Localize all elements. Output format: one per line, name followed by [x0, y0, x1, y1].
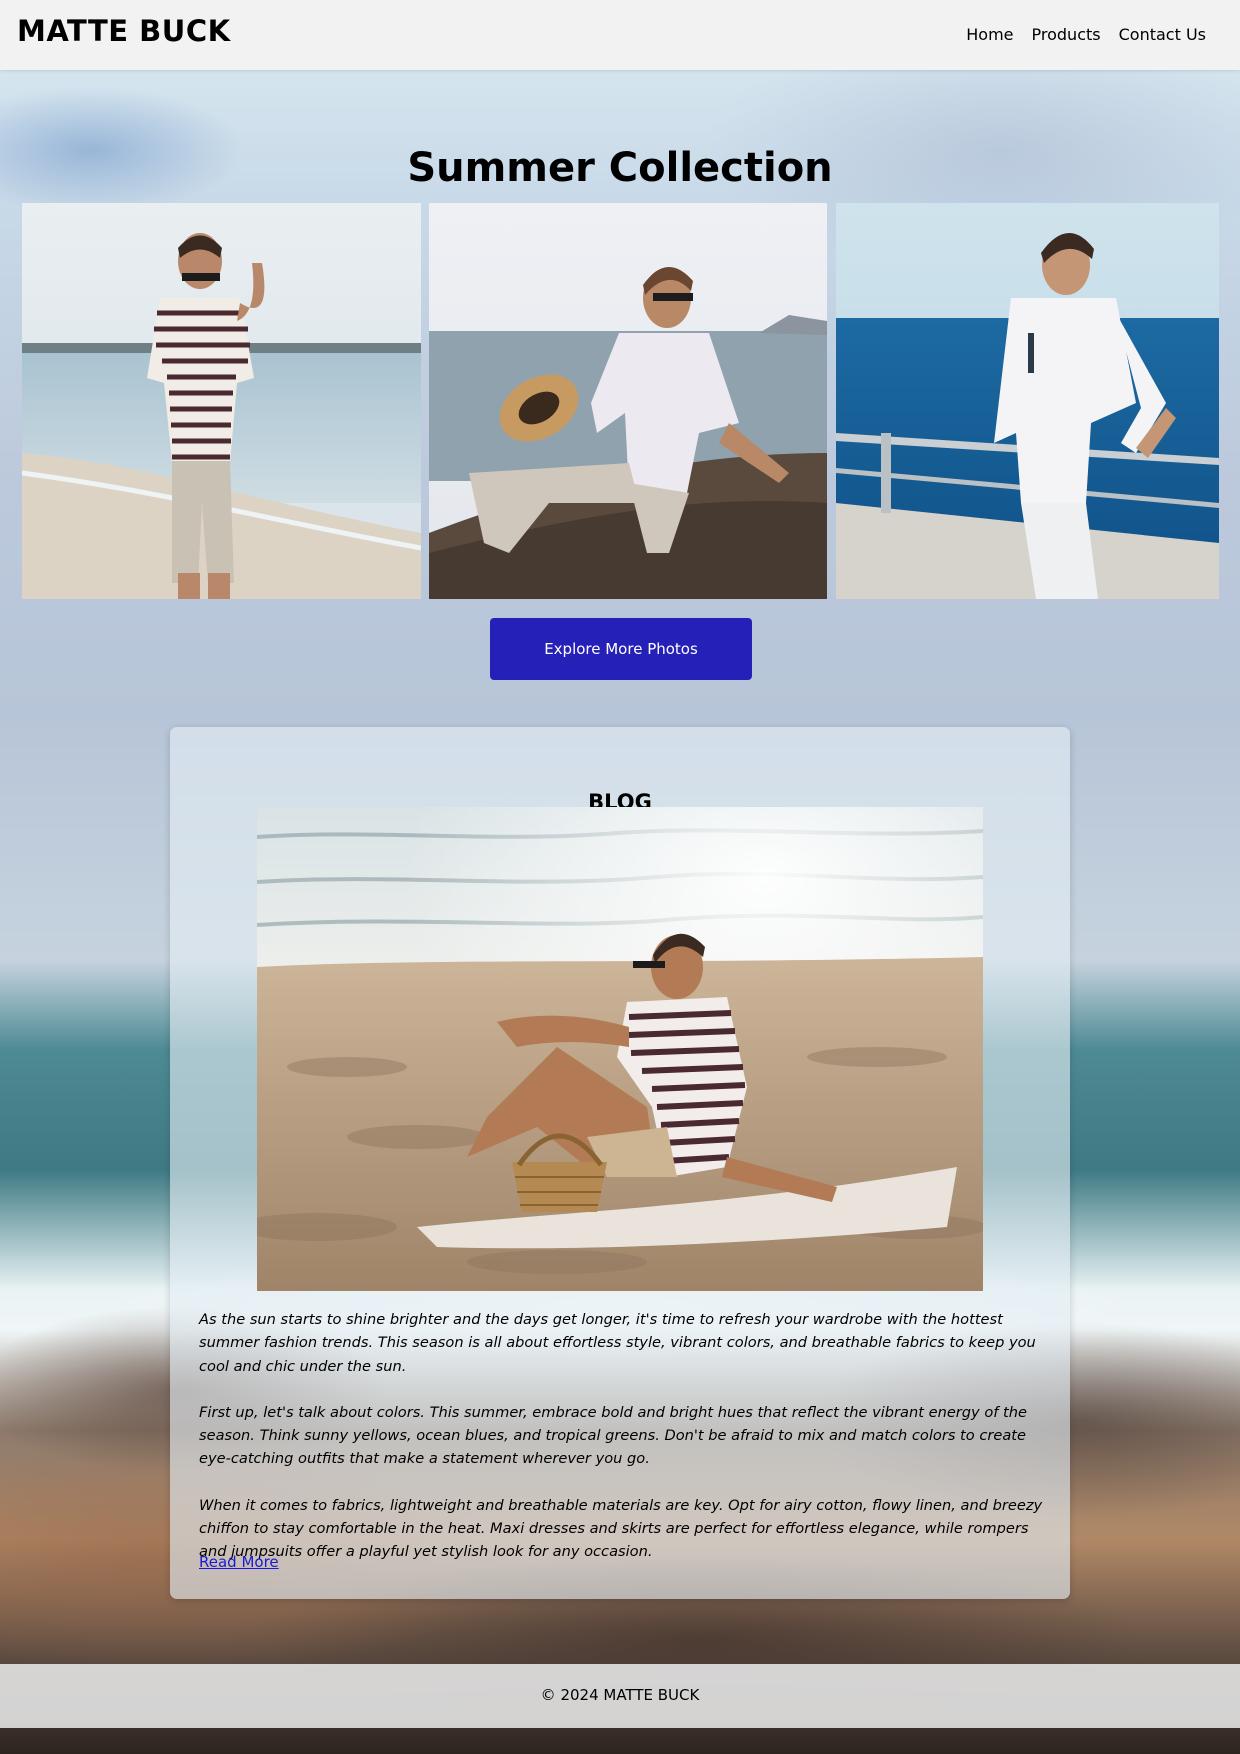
gallery-photo-rock-pose[interactable]: [429, 203, 827, 599]
gallery-photo-beach-walk[interactable]: [22, 203, 421, 599]
nav-contact-link[interactable]: Contact Us: [1119, 25, 1206, 44]
collection-title: Summer Collection: [407, 144, 833, 191]
brand-logo[interactable]: MATTE BUCK: [17, 14, 231, 48]
main-nav: Home Products Contact Us: [966, 25, 1206, 44]
photo-gallery: [0, 203, 1240, 599]
blog-featured-image: [257, 807, 983, 1291]
nav-products-link[interactable]: Products: [1032, 25, 1101, 44]
blog-paragraph: As the sun starts to shine brighter and …: [199, 1311, 1036, 1375]
read-more-link[interactable]: Read More: [199, 1553, 279, 1571]
blog-paragraph: First up, let's talk about colors. This …: [199, 1403, 1027, 1468]
copyright-text: © 2024 MATTE BUCK: [540, 1686, 700, 1704]
blog-article-text: As the sun starts to shine brighter and …: [199, 1308, 1044, 1587]
gallery-photo-boat-deck[interactable]: [836, 203, 1219, 599]
site-header: MATTE BUCK Home Products Contact Us: [0, 0, 1240, 70]
blog-paragraph: When it comes to fabrics, lightweight an…: [199, 1496, 1043, 1561]
site-footer: © 2024 MATTE BUCK: [0, 1664, 1240, 1728]
blog-card: BLOG As the sun starts to shine brighter…: [170, 727, 1070, 1599]
explore-more-photos-button[interactable]: Explore More Photos: [490, 618, 752, 680]
nav-home-link[interactable]: Home: [966, 25, 1013, 44]
